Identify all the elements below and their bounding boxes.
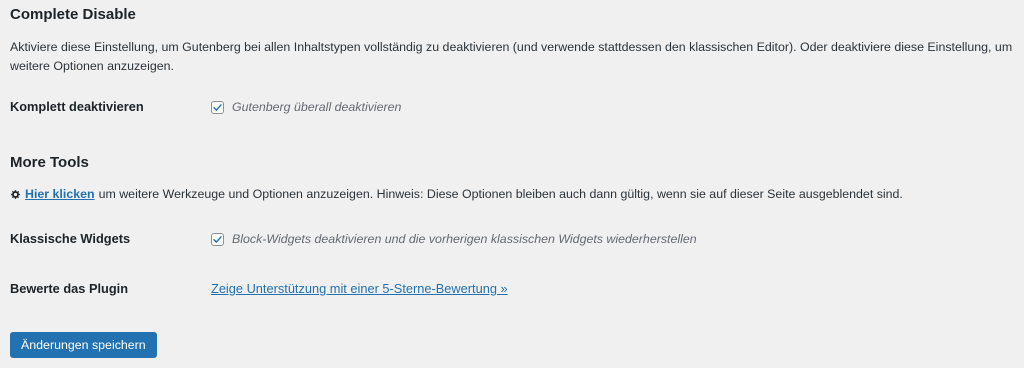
- rate-plugin-field: Zeige Unterstützung mit einer 5-Sterne-B…: [211, 279, 508, 299]
- classic-widgets-checkbox-field[interactable]: Block-Widgets deaktivieren und die vorhe…: [211, 229, 697, 249]
- gutenberg-disable-checkbox-field[interactable]: Gutenberg überall deaktivieren: [211, 97, 401, 117]
- section-title-more-tools: More Tools: [10, 154, 89, 171]
- gear-icon: [11, 189, 20, 199]
- rate-plugin-link[interactable]: Zeige Unterstützung mit einer 5-Sterne-B…: [211, 279, 508, 299]
- checkbox-label: Gutenberg überall deaktivieren: [232, 100, 402, 114]
- section-description: Aktiviere diese Einstellung, um Gutenber…: [10, 40, 1013, 74]
- gutenberg-disable-checkbox[interactable]: [211, 100, 224, 114]
- checkmark-icon: [213, 103, 222, 111]
- setting-row-classic-widgets: Klassische Widgets Block-Widgets deaktiv…: [10, 229, 1014, 249]
- setting-label: Komplett deaktivieren: [10, 99, 144, 114]
- setting-label: Bewerte das Plugin: [10, 281, 129, 296]
- classic-widgets-checkbox[interactable]: [211, 232, 224, 246]
- checkbox-label: Block-Widgets deaktivieren und die vorhe…: [232, 232, 697, 246]
- checkmark-icon: [213, 235, 222, 243]
- section-title-complete-disable: Complete Disable: [10, 6, 136, 23]
- more-tools-link[interactable]: Hier klicken: [25, 184, 95, 204]
- more-tools-hint-text: um weitere Werkzeuge und Optionen anzuze…: [98, 187, 903, 201]
- setting-row-rate-plugin: Bewerte das Plugin Zeige Unterstützung m…: [10, 279, 1014, 299]
- more-tools-hint: Hier klicken um weitere Werkzeuge und Op…: [10, 184, 903, 204]
- setting-label: Klassische Widgets: [10, 231, 131, 246]
- setting-row-complete-disable: Komplett deaktivieren Gutenberg überall …: [10, 97, 1014, 117]
- save-changes-button[interactable]: Änderungen speichern: [10, 332, 157, 358]
